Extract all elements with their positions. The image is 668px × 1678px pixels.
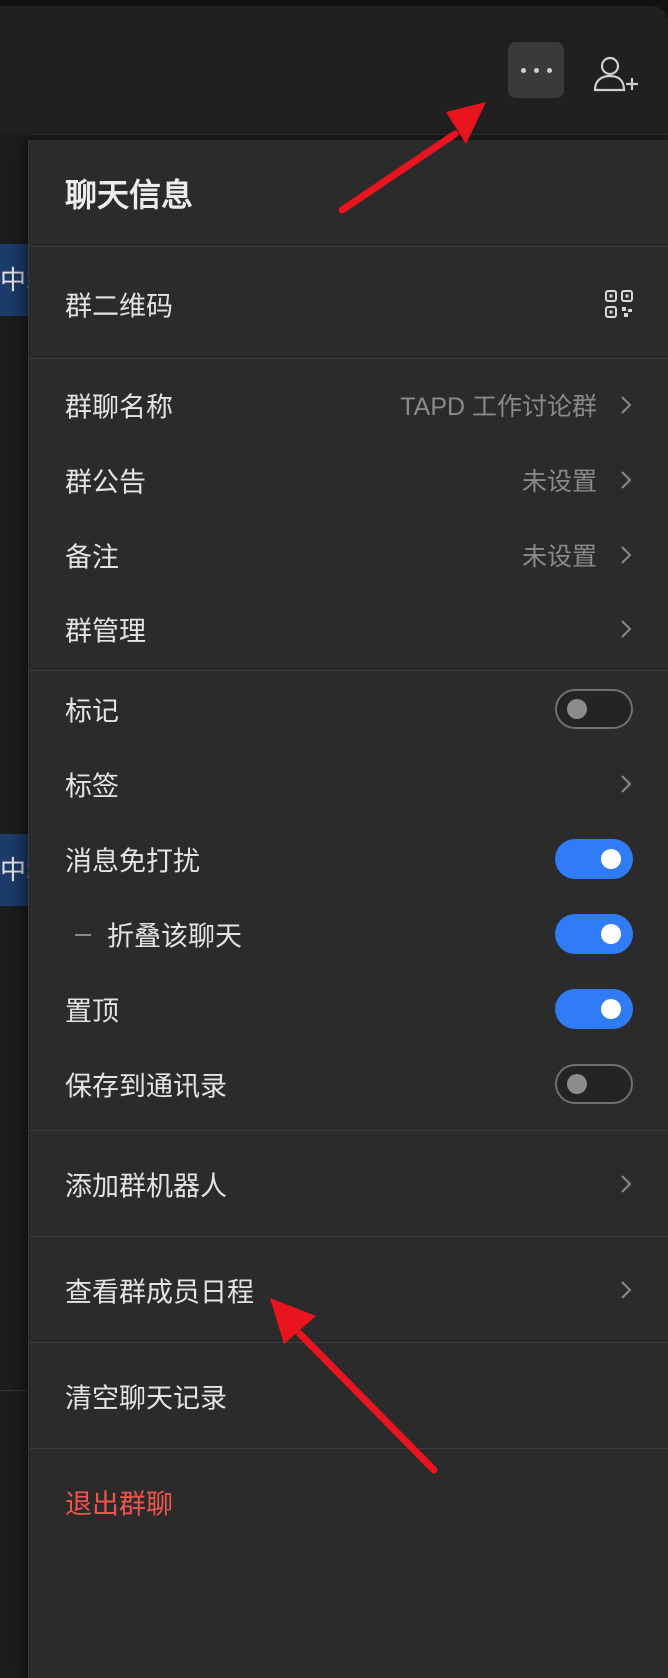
chat-info-panel: 聊天信息 群二维码 群聊名称 TAPD 工作讨论群 群公告 未设置 备注 未设置… (28, 140, 668, 1678)
app-window: 中术 中术 聊天信息 群二维码 群聊名称 TAPD 工作讨论群 (0, 6, 668, 1678)
chevron-right-icon (621, 396, 632, 414)
pin-toggle[interactable] (555, 989, 633, 1029)
announcement-value: 未设置 (521, 468, 597, 496)
background-badge: 中术 (0, 244, 30, 316)
member-schedule-row[interactable]: 查看群成员日程 (29, 1238, 668, 1342)
more-dot (533, 67, 539, 73)
row-label: 折叠该聊天 (107, 921, 242, 952)
row-label: 添加群机器人 (65, 1171, 227, 1202)
group-announcement-row[interactable]: 群公告 未设置 (29, 442, 668, 518)
divider (29, 358, 668, 359)
qr-code-icon[interactable] (605, 290, 633, 318)
pin-row: 置顶 (29, 972, 668, 1046)
row-label: 查看群成员日程 (65, 1277, 254, 1308)
group-name-value: TAPD 工作讨论群 (400, 393, 597, 421)
more-dot (546, 67, 552, 73)
do-not-disturb-row: 消息免打扰 (29, 822, 668, 896)
divider (29, 1236, 668, 1237)
row-label: 标签 (65, 771, 119, 802)
row-label: 群管理 (65, 616, 146, 647)
do-not-disturb-toggle[interactable] (555, 839, 633, 879)
toggle-knob (567, 699, 587, 719)
fold-chat-row: 折叠该聊天 (29, 896, 668, 972)
group-qr-code-row[interactable]: 群二维码 (29, 252, 668, 356)
toggle-knob (601, 999, 621, 1019)
row-label: 置顶 (65, 996, 119, 1027)
toggle-knob (601, 924, 621, 944)
group-management-row[interactable]: 群管理 (29, 592, 668, 666)
chevron-right-icon (621, 775, 632, 793)
row-label: 群聊名称 (65, 392, 173, 423)
fold-chat-toggle[interactable] (555, 914, 633, 954)
tags-row[interactable]: 标签 (29, 746, 668, 822)
divider (29, 1130, 668, 1131)
save-to-contacts-toggle[interactable] (555, 1064, 633, 1104)
toggle-knob (601, 849, 621, 869)
divider (29, 1448, 668, 1449)
save-to-contacts-row: 保存到通讯录 (29, 1046, 668, 1122)
chevron-right-icon (621, 620, 632, 638)
add-user-icon[interactable] (592, 54, 640, 94)
panel-title: 聊天信息 (65, 177, 194, 213)
group-name-row[interactable]: 群聊名称 TAPD 工作讨论群 (29, 368, 668, 442)
divider (29, 246, 668, 247)
exit-group-label: 退出群聊 (65, 1489, 173, 1520)
mark-row: 标记 (29, 672, 668, 746)
background-chat-list: 中术 中术 (0, 134, 30, 1678)
background-divider (0, 1390, 30, 1391)
chevron-right-icon (621, 1281, 632, 1299)
clear-history-row[interactable]: 清空聊天记录 (29, 1344, 668, 1448)
row-label: 标记 (65, 696, 119, 727)
row-label: 备注 (65, 542, 119, 573)
row-label: 保存到通讯录 (65, 1071, 227, 1102)
background-badge: 中术 (0, 834, 30, 906)
row-label: 清空聊天记录 (65, 1383, 227, 1414)
chevron-right-icon (621, 471, 632, 489)
row-label: 消息免打扰 (65, 846, 200, 877)
more-dots-icon (520, 67, 526, 73)
mark-toggle[interactable] (555, 689, 633, 729)
more-options-button[interactable] (508, 42, 564, 98)
remark-value: 未设置 (521, 543, 597, 571)
chat-header (0, 6, 668, 135)
sub-item-dash (75, 934, 91, 936)
row-label: 群二维码 (65, 291, 173, 322)
divider (29, 1342, 668, 1343)
row-label: 群公告 (65, 467, 146, 498)
exit-group-row[interactable]: 退出群聊 (29, 1450, 668, 1554)
add-group-bot-row[interactable]: 添加群机器人 (29, 1132, 668, 1236)
remark-row[interactable]: 备注 未设置 (29, 518, 668, 592)
chevron-right-icon (621, 1175, 632, 1193)
chevron-right-icon (621, 546, 632, 564)
divider (29, 670, 668, 671)
toggle-knob (567, 1074, 587, 1094)
